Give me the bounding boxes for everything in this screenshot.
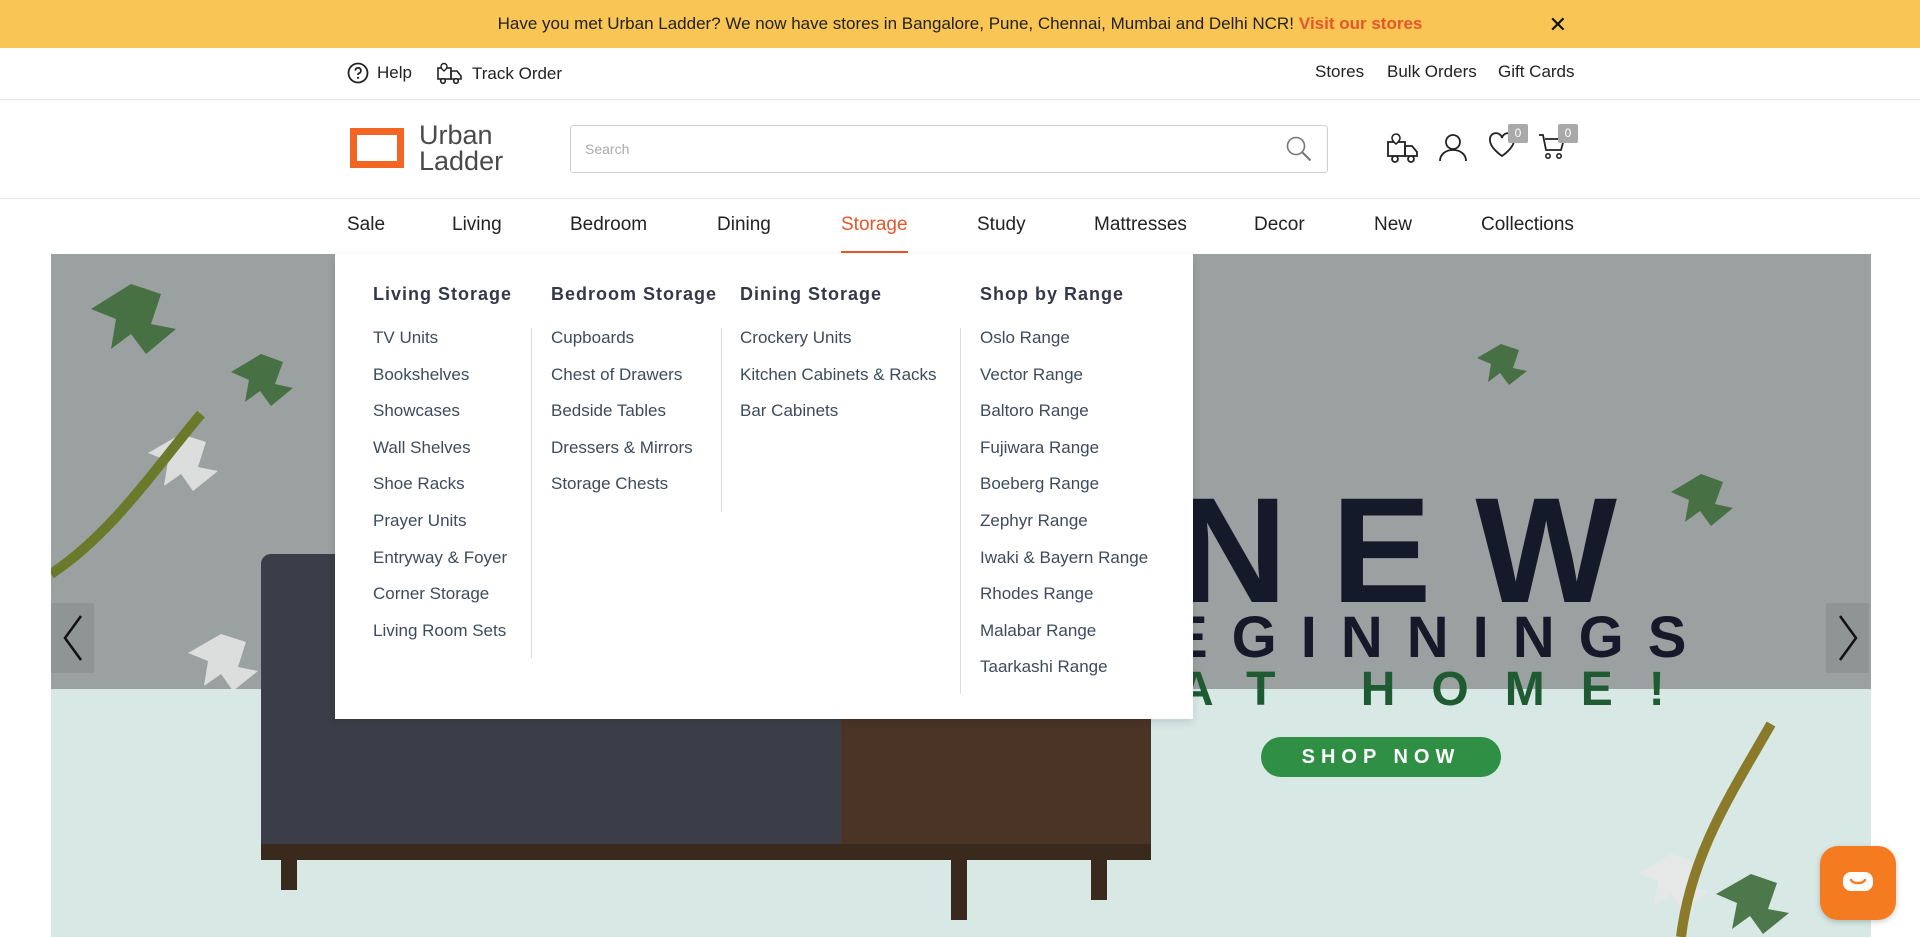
nav-dining[interactable]: Dining	[717, 214, 771, 236]
menu-item[interactable]: Entryway & Foyer	[373, 547, 512, 584]
nav-storage[interactable]: Storage	[841, 214, 908, 236]
chevron-right-icon	[1838, 615, 1858, 661]
menu-item[interactable]: Cupboards	[551, 327, 717, 364]
help-link[interactable]: Help	[347, 62, 412, 84]
bulk-orders-link[interactable]: Bulk Orders	[1387, 62, 1477, 82]
menu-item[interactable]: Prayer Units	[373, 510, 512, 547]
menu-item[interactable]: Bar Cabinets	[740, 400, 937, 437]
menu-column-title[interactable]: Bedroom Storage	[551, 284, 717, 305]
utility-bar: Help Track Order Stores Bulk Orders Gift…	[0, 48, 1920, 100]
cart-button[interactable]: 0	[1538, 124, 1578, 165]
menu-divider	[721, 328, 722, 512]
menu-item[interactable]: Kitchen Cabinets & Racks	[740, 364, 937, 401]
active-nav-underline	[841, 251, 908, 253]
menu-column-title[interactable]: Living Storage	[373, 284, 512, 305]
gift-cards-link[interactable]: Gift Cards	[1498, 62, 1575, 82]
menu-item[interactable]: Storage Chests	[551, 473, 717, 510]
storage-mega-menu: Living Storage TV Units Bookshelves Show…	[335, 254, 1193, 719]
truck-icon	[437, 62, 462, 85]
cart-count-badge: 0	[1558, 124, 1578, 143]
help-icon	[347, 62, 369, 84]
menu-column-shop-by-range: Shop by Range Oslo Range Vector Range Ba…	[980, 284, 1148, 693]
menu-divider	[531, 328, 532, 658]
menu-item[interactable]: TV Units	[373, 327, 512, 364]
nav-bedroom[interactable]: Bedroom	[570, 214, 647, 236]
menu-column-title[interactable]: Shop by Range	[980, 284, 1148, 305]
search-box	[570, 125, 1328, 173]
menu-item[interactable]: Malabar Range	[980, 620, 1148, 657]
menu-item[interactable]: Oslo Range	[980, 327, 1148, 364]
logo-line1: Urban	[419, 120, 493, 150]
menu-item[interactable]: Boeberg Range	[980, 473, 1148, 510]
search-icon[interactable]	[1285, 135, 1313, 163]
nav-sale[interactable]: Sale	[347, 214, 385, 236]
nav-collections[interactable]: Collections	[1481, 214, 1574, 236]
menu-item[interactable]: Chest of Drawers	[551, 364, 717, 401]
nav-study[interactable]: Study	[977, 214, 1026, 236]
visit-stores-link[interactable]: Visit our stores	[1299, 14, 1422, 34]
menu-item[interactable]: Fujiwara Range	[980, 437, 1148, 474]
menu-item[interactable]: Shoe Racks	[373, 473, 512, 510]
track-order-label: Track Order	[472, 64, 563, 83]
menu-column-title[interactable]: Dining Storage	[740, 284, 937, 305]
header: Urban Ladder 0 0	[0, 100, 1920, 199]
menu-column-living-storage: Living Storage TV Units Bookshelves Show…	[373, 284, 512, 656]
wishlist-count-badge: 0	[1508, 124, 1528, 143]
stores-link[interactable]: Stores	[1315, 62, 1364, 82]
help-label: Help	[377, 63, 412, 82]
menu-item[interactable]: Rhodes Range	[980, 583, 1148, 620]
menu-item[interactable]: Showcases	[373, 400, 512, 437]
carousel-next-button[interactable]	[1826, 603, 1869, 673]
carousel-prev-button[interactable]	[51, 603, 94, 673]
nav-decor[interactable]: Decor	[1254, 214, 1305, 236]
chat-icon	[1843, 872, 1873, 891]
logo[interactable]: Urban Ladder	[347, 120, 504, 176]
search-input[interactable]	[571, 126, 1251, 172]
logo-line2: Ladder	[419, 146, 504, 176]
menu-item[interactable]: Living Room Sets	[373, 620, 512, 657]
logo-mark-icon	[350, 128, 404, 168]
chevron-left-icon	[62, 615, 82, 661]
menu-item[interactable]: Taarkashi Range	[980, 656, 1148, 693]
nav-new[interactable]: New	[1374, 214, 1412, 236]
menu-item[interactable]: Dressers & Mirrors	[551, 437, 717, 474]
menu-item[interactable]: Bookshelves	[373, 364, 512, 401]
user-icon[interactable]	[1438, 132, 1468, 162]
nav-mattresses[interactable]: Mattresses	[1094, 214, 1187, 236]
chat-button[interactable]	[1820, 846, 1896, 920]
menu-column-bedroom-storage: Bedroom Storage Cupboards Chest of Drawe…	[551, 284, 717, 510]
menu-item[interactable]: Bedside Tables	[551, 400, 717, 437]
announcement-bar: Have you met Urban Ladder? We now have s…	[0, 0, 1920, 48]
menu-item[interactable]: Wall Shelves	[373, 437, 512, 474]
menu-item[interactable]: Vector Range	[980, 364, 1148, 401]
menu-item[interactable]: Crockery Units	[740, 327, 937, 364]
menu-item[interactable]: Baltoro Range	[980, 400, 1148, 437]
delivery-icon[interactable]	[1386, 132, 1420, 166]
menu-column-dining-storage: Dining Storage Crockery Units Kitchen Ca…	[740, 284, 937, 437]
hero-line2: EGINNINGS	[1169, 605, 1711, 670]
wishlist-button[interactable]: 0	[1488, 124, 1528, 163]
shop-now-button[interactable]: SHOP NOW	[1261, 737, 1501, 777]
menu-item[interactable]: Zephyr Range	[980, 510, 1148, 547]
track-order-link[interactable]: Track Order	[436, 62, 562, 86]
close-icon[interactable]: ✕	[1549, 12, 1567, 38]
menu-divider	[960, 328, 961, 694]
main-nav: Sale Living Bedroom Dining Storage Study…	[0, 199, 1920, 254]
hero-line3: AT HOME!	[1179, 663, 1701, 716]
nav-living[interactable]: Living	[452, 214, 502, 236]
announcement-text: Have you met Urban Ladder? We now have s…	[497, 14, 1294, 33]
menu-item[interactable]: Iwaki & Bayern Range	[980, 547, 1148, 584]
menu-item[interactable]: Corner Storage	[373, 583, 512, 620]
